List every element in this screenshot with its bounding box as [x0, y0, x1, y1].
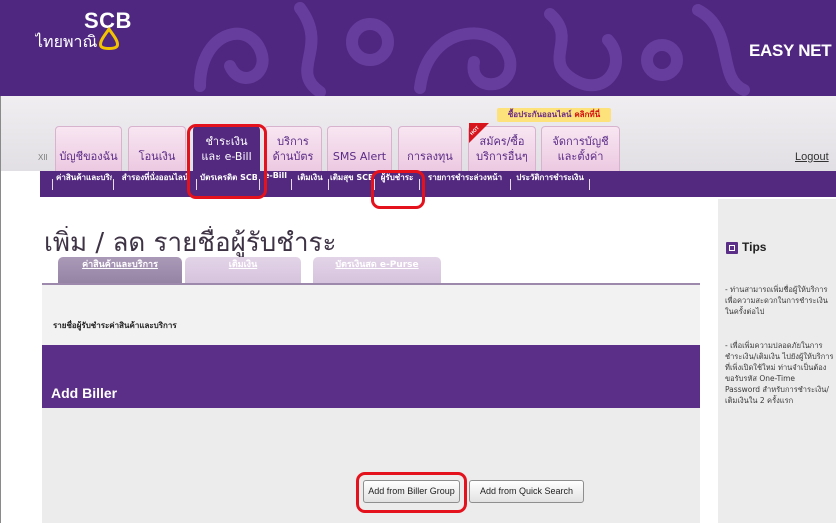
- decor-stroke: [346, 18, 394, 66]
- tab-sms-alert[interactable]: SMS Alert: [327, 126, 392, 171]
- tab-label-line1: บริการ: [277, 135, 309, 148]
- header-banner: SCB ไทยพาณิชย์ EASY NET: [0, 0, 836, 96]
- tab-e-purse[interactable]: บัตรเงินสด e-Purse: [313, 257, 441, 283]
- tab-label: การลงทุน: [407, 150, 453, 163]
- tip-text-line: - ท่านสามารถเพิ่มชื่อผู้ให้บริการ: [725, 285, 828, 294]
- tip-text-line: เพื่อความสะดวกในการชำระเงิน: [725, 296, 828, 305]
- tab-card-services[interactable]: บริการ ด้านบัตร: [264, 126, 322, 171]
- insurance-promo-banner[interactable]: ซื้อประกันออนไลน์ คลิกที่นี่: [497, 108, 611, 122]
- subnav-separator: [196, 179, 197, 190]
- nav-marker: XII: [38, 153, 48, 162]
- lotus-outline: [99, 27, 119, 50]
- tips-icon-glyph: [729, 245, 735, 251]
- subnav-separator: [52, 179, 53, 190]
- promo-link[interactable]: คลิกที่นี่: [574, 110, 600, 119]
- tab-label-line2: และ e-Bill: [201, 150, 252, 163]
- tab-label-line2: บริการอื่นๆ: [476, 150, 528, 163]
- hot-badge-icon: HOT: [469, 123, 489, 143]
- tip-text-line: - เพื่อเพิ่มความปลอดภัยในการ: [725, 341, 823, 350]
- product-name: EASY NET: [749, 41, 832, 60]
- subnav-scb-extra[interactable]: เติมสุข SCB: [330, 171, 373, 197]
- tab-goods-services[interactable]: ค่าสินค้าและบริการ: [58, 257, 182, 283]
- add-from-quick-search-button[interactable]: Add from Quick Search: [469, 480, 584, 503]
- scb-lotus-icon[interactable]: [98, 26, 120, 51]
- tip-text-line: ขอรับรหัส One-Time: [725, 374, 795, 383]
- decor-stroke: [641, 39, 683, 81]
- header-decor-pattern: [194, 2, 750, 96]
- subnav-separator: [510, 179, 511, 190]
- tip-text-line: ชำระเงิน/เติมเงิน ไปยังผู้ให้บริการ: [725, 352, 833, 361]
- tips-icon: [726, 242, 738, 254]
- subnav-separator: [589, 179, 590, 190]
- tab-my-account[interactable]: บัญชีของฉัน: [55, 126, 122, 171]
- decor-stroke: [294, 2, 326, 96]
- tip-text-line: ในครั้งต่อไป: [725, 307, 765, 316]
- tab-label: โอนเงิน: [138, 150, 176, 163]
- tab-label-line2: ด้านบัตร: [272, 150, 314, 163]
- subnav-scb-credit-card[interactable]: บัตรเครดิต SCB: [200, 171, 257, 197]
- subnav-separator: [259, 179, 260, 190]
- tab-label-line1: ชำระเงิน: [205, 135, 248, 148]
- tab-label-line2: และตั้งค่า: [557, 150, 604, 163]
- subnav-billers[interactable]: ผู้รับชำระ: [376, 171, 418, 197]
- subnav-ebill[interactable]: e-Bill: [261, 171, 290, 197]
- subnav-separator: [328, 179, 329, 190]
- add-from-biller-group-button[interactable]: Add from Biller Group: [363, 480, 460, 503]
- add-biller-header: Add Biller: [42, 345, 700, 408]
- add-biller-panel: [42, 408, 700, 523]
- tips-title: Tips: [742, 240, 767, 254]
- subnav-separator: [113, 179, 114, 190]
- tab-label: SMS Alert: [332, 150, 387, 163]
- subnav-separator: [291, 179, 292, 190]
- subnav-separator: [374, 179, 375, 190]
- tip-text-line: ที่เพิ่งเปิดใช้ใหม่ ท่านจำเป็นต้อง: [725, 363, 827, 372]
- decor-stroke: [414, 27, 517, 94]
- tab-label-line1: จัดการบัญชี: [552, 135, 609, 148]
- tab-label: บัญชีของฉัน: [59, 150, 118, 163]
- tab-payment-ebill[interactable]: ชำระเงิน และ e-Bill: [193, 126, 260, 171]
- add-biller-title: Add Biller: [51, 385, 118, 401]
- page-title: เพิ่ม / ลด รายชื่อผู้รับชำระ: [44, 228, 337, 258]
- tip-text-line: Password สำหรับการชำระเงิน/: [725, 385, 829, 394]
- window-border: [0, 96, 1, 523]
- tip-text-line: เติมเงินใน 2 ครั้งแรก: [725, 396, 794, 405]
- subnav-separator: [419, 179, 420, 190]
- tab-account-settings[interactable]: จัดการบัญชี และตั้งค่า: [541, 126, 620, 171]
- promo-text: ซื้อประกันออนไลน์: [507, 110, 572, 119]
- subnav-payment-history[interactable]: ประวัติการชำระเงิน: [512, 171, 588, 197]
- decor-stroke: [194, 27, 269, 92]
- biller-list-heading: รายชื่อผู้รับชำระค่าสินค้าและบริการ: [53, 321, 177, 330]
- subnav-seat-reservation[interactable]: สำรองที่นั่งออนไลน์: [116, 171, 194, 197]
- tab-investment[interactable]: การลงทุน: [398, 126, 462, 171]
- subnav-top-up[interactable]: เติมเงิน: [293, 171, 327, 197]
- subnav-goods-services[interactable]: ค่าสินค้าและบริการ: [56, 171, 112, 197]
- tab-top-up[interactable]: เติมเงิน: [185, 257, 301, 283]
- decor-stroke: [544, 8, 623, 92]
- biller-list-panel: [42, 283, 700, 345]
- tab-transfer[interactable]: โอนเงิน: [128, 126, 186, 171]
- sub-navigation-bar: ค่าสินค้าและบริการ สำรองที่นั่งออนไลน์ บ…: [40, 171, 836, 197]
- decor-stroke: [692, 4, 750, 96]
- logout-link[interactable]: Logout: [795, 150, 835, 164]
- subnav-scheduled-payments[interactable]: รายการชำระล่วงหน้า: [421, 171, 509, 197]
- logo-thai-name[interactable]: ไทยพาณิชย์: [35, 31, 97, 53]
